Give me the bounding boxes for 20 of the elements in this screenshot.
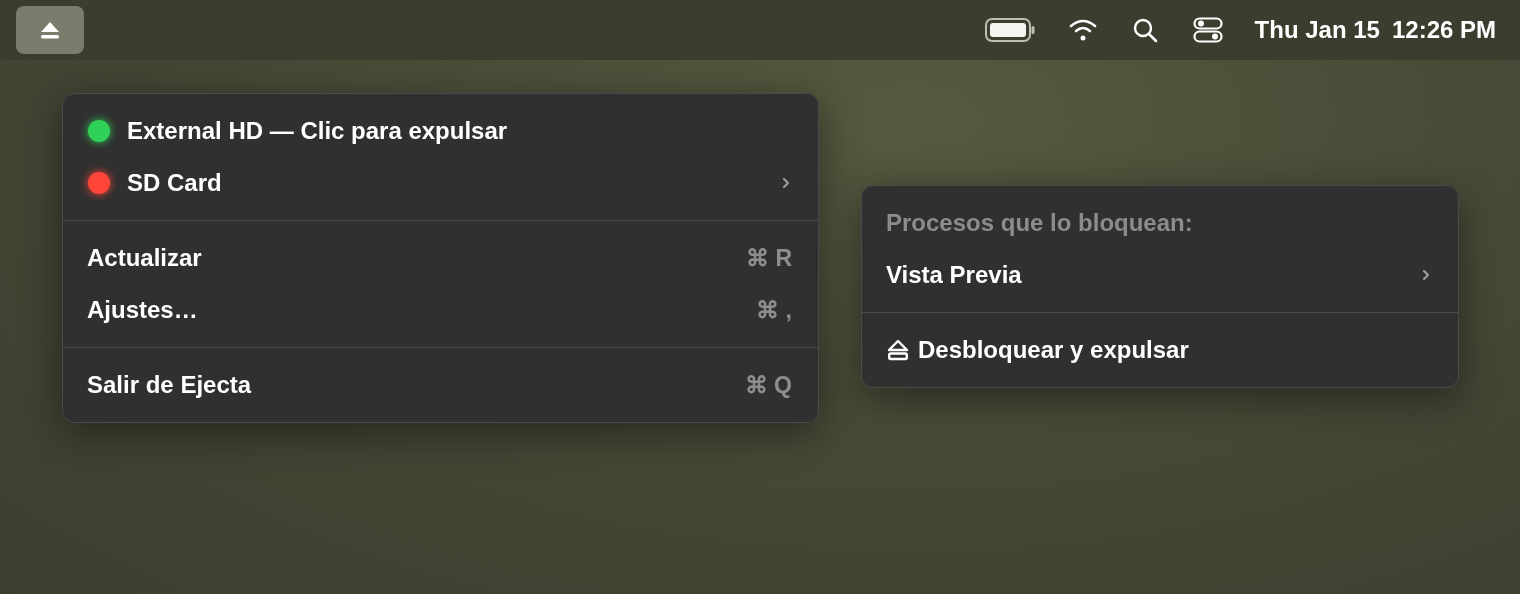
battery-icon[interactable] [984,18,1035,42]
menu-item[interactable]: Ajustes… [87,292,198,328]
menu-bar-clock[interactable]: 12:26 PM [1391,12,1496,48]
search-icon[interactable] [1131,17,1158,43]
keyboard-shortcut: ⌘ Q [744,370,792,400]
process-menu-item[interactable]: Vista Previa [886,257,1022,293]
menu-item[interactable]: Salir de Ejecta [87,367,252,403]
wifi-icon[interactable] [1068,18,1097,42]
eject-icon [887,339,909,361]
eject-icon [40,21,60,39]
menu-bar-date[interactable]: Thu Jan 15 [1254,12,1380,48]
section-header: Procesos que lo bloquean: [886,208,1193,238]
volume-menu-item[interactable]: SD Card [127,165,222,201]
control-center-icon[interactable] [1192,17,1223,43]
eject-menu-button[interactable] [16,6,84,54]
menu-item[interactable]: Desbloquear y expulsar [918,332,1189,368]
menu-item[interactable]: Actualizar [87,240,202,276]
keyboard-shortcut: ⌘ R [746,243,792,273]
keyboard-shortcut: ⌘ , [756,295,792,325]
volume-menu-item[interactable]: External HD — Clic para expulsar [127,113,508,149]
